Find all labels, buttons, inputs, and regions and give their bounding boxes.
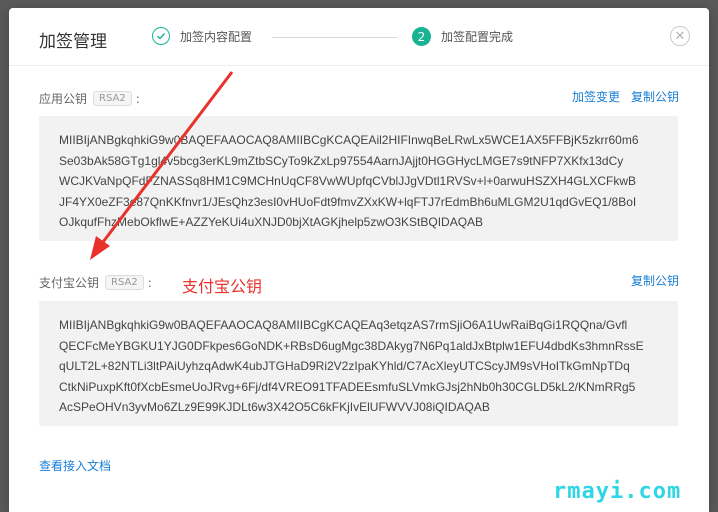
modal-title: 加签管理 <box>39 32 107 52</box>
app-key-label: 应用公钥 <box>39 92 88 106</box>
close-icon[interactable]: ✕ <box>670 26 690 46</box>
app-key-colon: : <box>135 91 140 106</box>
copy-app-key-link[interactable]: 复制公钥 <box>631 88 679 105</box>
key-line: Se03bAk58GTg1gl​4v5bcg3erKL9mZtbSCyTo9kZ… <box>59 153 624 168</box>
step-1: 加签内容配置 <box>152 27 252 45</box>
step-connector <box>272 37 397 38</box>
check-icon <box>152 27 170 45</box>
key-line: MIIBIjANBgkqhkiG9w0BAQEFAAOCAQ8AMIIBCgKC… <box>59 318 628 332</box>
sign-management-modal: 加签管理 加签内容配置 2 加签配置完成 ✕ 应用公钥 RSA2 : 加签变更 … <box>9 8 709 512</box>
alipay-key-algo-badge: RSA2 <box>105 275 144 290</box>
alipay-key-header: 支付宝公钥 RSA2 : <box>39 274 152 291</box>
key-line: MIIBIjANBgkqhkiG9w0BAQEFAAOCAQ8AMIIBCgKC… <box>59 133 639 147</box>
watermark: rmayi.com <box>553 479 682 504</box>
step-2: 2 加签配置完成 <box>412 27 513 46</box>
app-key-algo-badge: RSA2 <box>93 91 132 106</box>
key-line: qULT2L+82NTLi3ltPAiUyhzqAdwK4ubJTGHaD9Ri… <box>59 359 630 373</box>
change-sign-link[interactable]: 加签变更 <box>572 88 620 105</box>
alipay-key-colon: : <box>147 275 152 290</box>
modal-header: 加签管理 加签内容配置 2 加签配置完成 ✕ <box>9 8 709 66</box>
red-annotation-text: 支付宝公钥 <box>182 277 263 296</box>
key-line: OJkqufFhzMebOkflwE+AZZYeKUi4uXNJD0bjXtAG… <box>59 215 484 229</box>
app-public-key-box[interactable]: MIIBIjANBgkqhkiG9w0BAQEFAAOCAQ8AMIIBCgKC… <box>39 116 678 241</box>
alipay-key-label: 支付宝公钥 <box>39 276 100 290</box>
key-line: CtkNiPuxpKft0fXcbEsmeUoJRvg+6Fj/df4VREO9… <box>59 379 636 394</box>
copy-alipay-key-link[interactable]: 复制公钥 <box>631 272 679 289</box>
key-line: QECFcMeYBGKU1YJG0DFkpes6GoNDK+RBsD6ugMgc… <box>59 338 644 353</box>
app-key-header: 应用公钥 RSA2 : <box>39 90 140 107</box>
alipay-public-key-box[interactable]: MIIBIjANBgkqhkiG9w0BAQEFAAOCAQ8AMIIBCgKC… <box>39 301 678 426</box>
key-line: AcSPeOHVn3yvMo6ZLz9E99KJDLt6w3X42O5C6kFK… <box>59 400 490 414</box>
step-2-number: 2 <box>412 27 431 46</box>
view-docs-link[interactable]: 查看接入文档 <box>39 457 111 474</box>
step-2-label: 加签配置完成 <box>441 30 514 44</box>
step-1-label: 加签内容配置 <box>180 29 253 44</box>
key-line: WCJKVaNpQFdFZNASSq8HM1C9MCHnUqCF8VwWUpfq… <box>59 174 637 188</box>
key-line: JF4YX0eZF3e87QnKKfnvr1/JEsQhz3esI0vHUoFd… <box>59 194 637 209</box>
